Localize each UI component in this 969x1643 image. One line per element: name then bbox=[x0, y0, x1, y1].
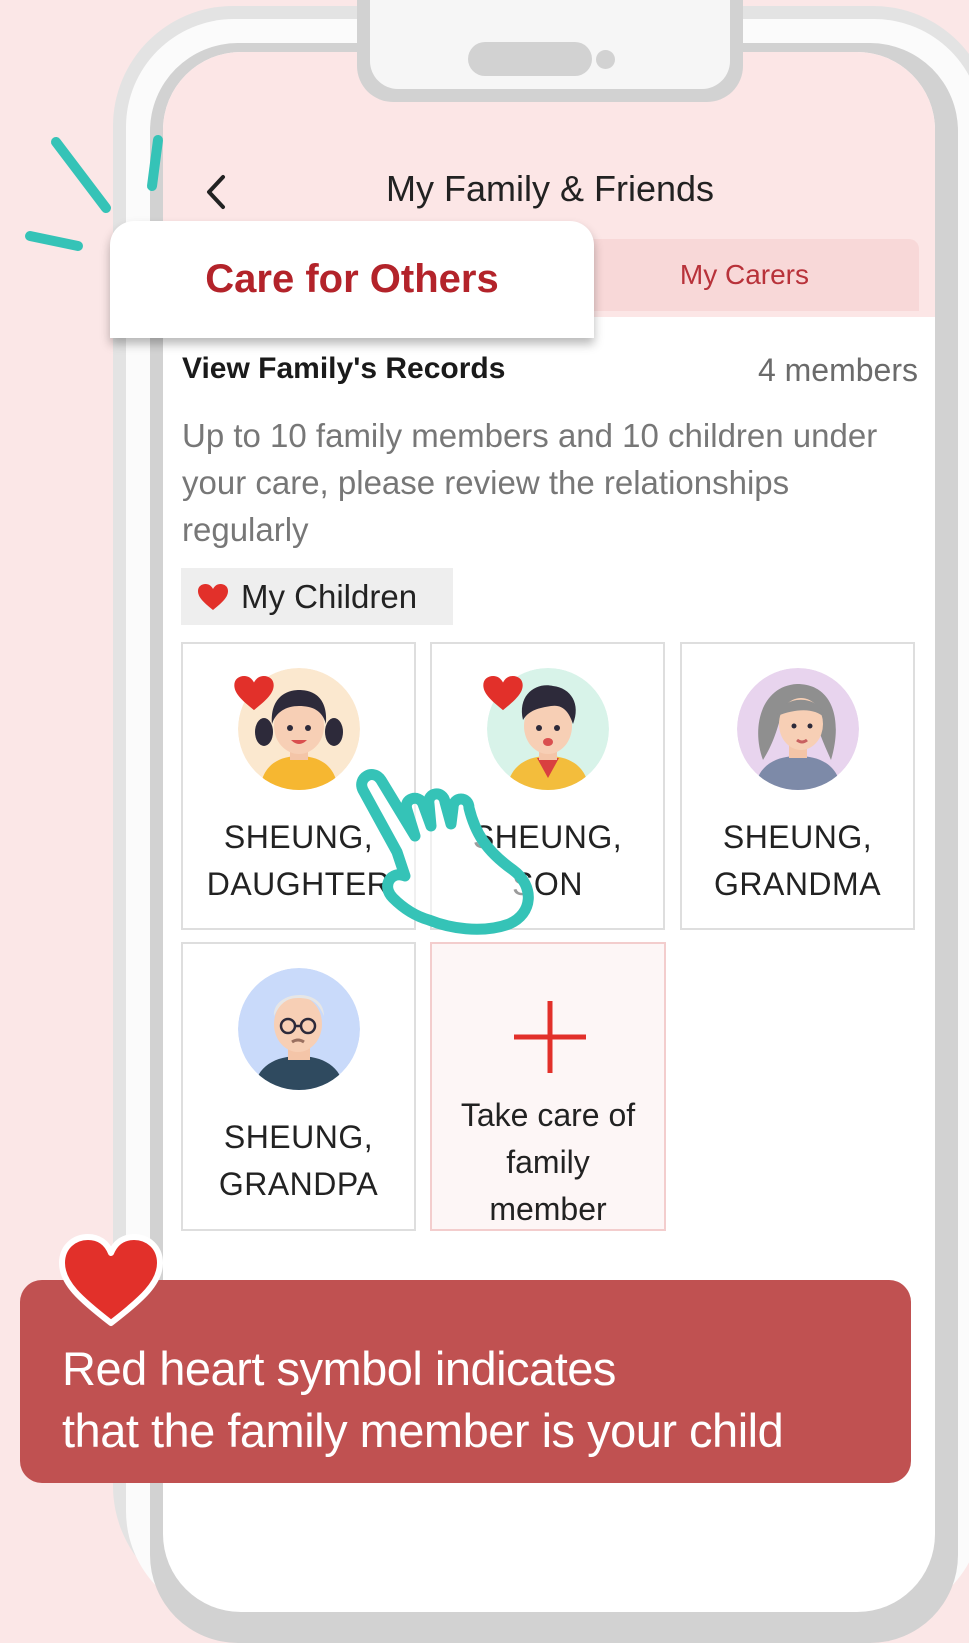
avatar bbox=[737, 668, 859, 790]
banner-text: Red heart symbol indicates that the fami… bbox=[62, 1342, 784, 1457]
filter-chip-my-children[interactable]: My Children bbox=[181, 568, 453, 625]
filter-chip-label: My Children bbox=[241, 577, 418, 615]
section-description: Up to 10 family members and 10 children … bbox=[182, 417, 878, 548]
avatar bbox=[238, 968, 360, 1090]
member-card-grandpa[interactable]: SHEUNG, GRANDPA bbox=[181, 942, 416, 1231]
phone-speaker bbox=[468, 42, 592, 76]
add-family-member-button[interactable]: Take care of family member bbox=[430, 942, 666, 1231]
child-heart-icon bbox=[482, 674, 524, 717]
pointing-hand-icon bbox=[356, 769, 534, 935]
plus-icon bbox=[512, 999, 588, 1080]
back-button[interactable] bbox=[196, 170, 236, 214]
page-title: My Family & Friends bbox=[385, 168, 715, 209]
child-heart-icon bbox=[233, 674, 275, 717]
member-name: SHEUNG, GRANDMA bbox=[713, 819, 882, 902]
tab-my-carers[interactable]: My Carers bbox=[560, 239, 919, 311]
section-title: View Family's Records bbox=[182, 352, 506, 385]
tab-care-for-others[interactable]: Care for Others bbox=[110, 221, 594, 338]
add-family-member-label: Take care of family member bbox=[460, 1097, 636, 1227]
member-name: SHEUNG, GRANDPA bbox=[218, 1119, 379, 1202]
member-card-grandma[interactable]: SHEUNG, GRANDMA bbox=[680, 642, 915, 930]
member-count: 4 members bbox=[757, 352, 918, 388]
highlight-spark-icon bbox=[25, 135, 163, 251]
heart-icon bbox=[58, 1233, 164, 1334]
heart-icon bbox=[197, 583, 229, 611]
chevron-left-icon bbox=[207, 175, 225, 209]
phone-camera bbox=[596, 50, 615, 69]
